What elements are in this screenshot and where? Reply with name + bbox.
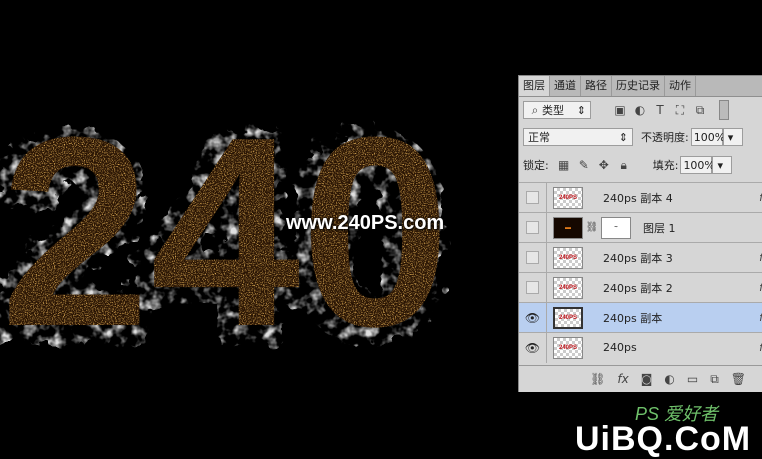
filter-toggle[interactable] [719, 100, 729, 120]
lock-position-icon[interactable]: ✥ [597, 158, 611, 172]
layer-thumbnail: 240PS [553, 186, 583, 209]
opacity-dropdown-button[interactable]: ▾ [722, 128, 743, 146]
opacity-input[interactable]: 100% [690, 128, 725, 146]
chevron-updown-icon: ⇕ [618, 130, 628, 144]
shape-filter-icon[interactable]: ⛶ [673, 103, 687, 117]
chevron-updown-icon: ⇕ [576, 103, 586, 117]
new-layer-icon[interactable]: ⧉ [710, 372, 719, 387]
blend-mode-select[interactable]: 正常 ⇕ [523, 128, 633, 146]
fill-dropdown-button[interactable]: ▾ [712, 156, 733, 174]
fill-input[interactable]: 100% [680, 156, 715, 174]
lock-label: 锁定: [523, 159, 549, 172]
lock-paint-icon[interactable]: ✎ [577, 158, 591, 172]
layer-row[interactable]: 240PS 240ps 副本 4 f [519, 182, 762, 213]
layers-panel: 图层 通道 路径 历史记录 动作 ⌕ 类型 ⇕ ▣ ◐ T ⛶ ⧉ 正常 ⇕ 不… [518, 75, 762, 392]
tab-layers[interactable]: 图层 [519, 76, 550, 96]
layer-row[interactable]: 240PS 240ps 副本 2 f [519, 272, 762, 303]
adjustment-filter-icon[interactable]: ◐ [633, 103, 647, 117]
visibility-toggle[interactable] [519, 272, 547, 303]
link-icon[interactable]: ⛓ [590, 372, 605, 386]
panel-bottom-toolbar: ⛓ fx ◙ ◐ ▭ ⧉ 🗑︎ [519, 365, 762, 392]
filter-kind-select[interactable]: ⌕ 类型 ⇕ [523, 101, 591, 119]
layer-row[interactable]: ▬ ⛓ ~ 图层 1 [519, 212, 762, 243]
eye-icon[interactable]: 👁︎ [519, 302, 547, 333]
tab-channels[interactable]: 通道 [550, 76, 581, 96]
layer-thumbnail: 240PS [553, 306, 583, 329]
layer-thumbnail: 240PS [553, 276, 583, 299]
layer-name[interactable]: 240ps 副本 4 [603, 190, 673, 206]
filter-row: ⌕ 类型 ⇕ ▣ ◐ T ⛶ ⧉ [523, 100, 762, 120]
layer-thumbnail: 240PS [553, 336, 583, 359]
type-filter-icon[interactable]: T [653, 103, 667, 117]
canvas-watermark: www.240PS.com [286, 212, 445, 234]
lock-transparency-icon[interactable]: ▦ [557, 158, 571, 172]
fx-icon[interactable]: fx [617, 372, 628, 386]
blend-row: 正常 ⇕ 不透明度: 100% ▾ [523, 128, 762, 146]
search-icon: ⌕ [531, 103, 539, 117]
layer-name[interactable]: 240ps 副本 [603, 310, 662, 326]
filter-kind-label: 类型 [542, 104, 564, 117]
layer-row-selected[interactable]: 👁︎ 240PS 240ps 副本 f [519, 302, 762, 333]
layer-thumbnail: 240PS [553, 246, 583, 269]
pixel-filter-icon[interactable]: ▣ [613, 103, 627, 117]
tab-actions[interactable]: 动作 [665, 76, 696, 96]
visibility-toggle[interactable] [519, 182, 547, 213]
layer-row[interactable]: 👁︎ 240PS 240ps f [519, 332, 762, 363]
trash-icon[interactable]: 🗑︎ [731, 372, 746, 386]
layer-mask-thumbnail[interactable]: ~ [601, 216, 631, 239]
layer-name[interactable]: 240ps 副本 3 [603, 250, 673, 266]
visibility-toggle[interactable] [519, 242, 547, 273]
site-watermark: PS 爱好者 UiBQ.CoM [575, 400, 751, 459]
eye-icon[interactable]: 👁︎ [519, 332, 547, 363]
smart-object-filter-icon[interactable]: ⧉ [693, 103, 707, 117]
layer-name[interactable]: 240ps 副本 2 [603, 280, 673, 296]
adjustment-icon[interactable]: ◐ [664, 372, 674, 386]
tab-history[interactable]: 历史记录 [612, 76, 665, 96]
watermark-brand: UiBQ.CoM [575, 420, 752, 458]
folder-icon[interactable]: ▭ [687, 372, 698, 386]
chain-link-icon[interactable]: ⛓ [585, 221, 599, 235]
lock-all-icon[interactable]: 🔒︎ [617, 158, 631, 172]
fill-label: 填充: [652, 159, 679, 172]
layer-thumbnail: ▬ [553, 216, 583, 239]
mask-icon[interactable]: ◙ [641, 372, 653, 386]
layer-name[interactable]: 240ps [603, 341, 637, 354]
layer-name[interactable]: 图层 1 [643, 220, 676, 236]
blend-mode-value: 正常 [528, 131, 550, 144]
lock-row: 锁定: ▦ ✎ ✥ 🔒︎ 填充: 100% ▾ [523, 156, 762, 174]
panel-tabs: 图层 通道 路径 历史记录 动作 [519, 76, 762, 97]
layer-row[interactable]: 240PS 240ps 副本 3 f [519, 242, 762, 273]
tab-paths[interactable]: 路径 [581, 76, 612, 96]
opacity-label: 不透明度: [641, 131, 689, 144]
visibility-toggle[interactable] [519, 212, 547, 243]
